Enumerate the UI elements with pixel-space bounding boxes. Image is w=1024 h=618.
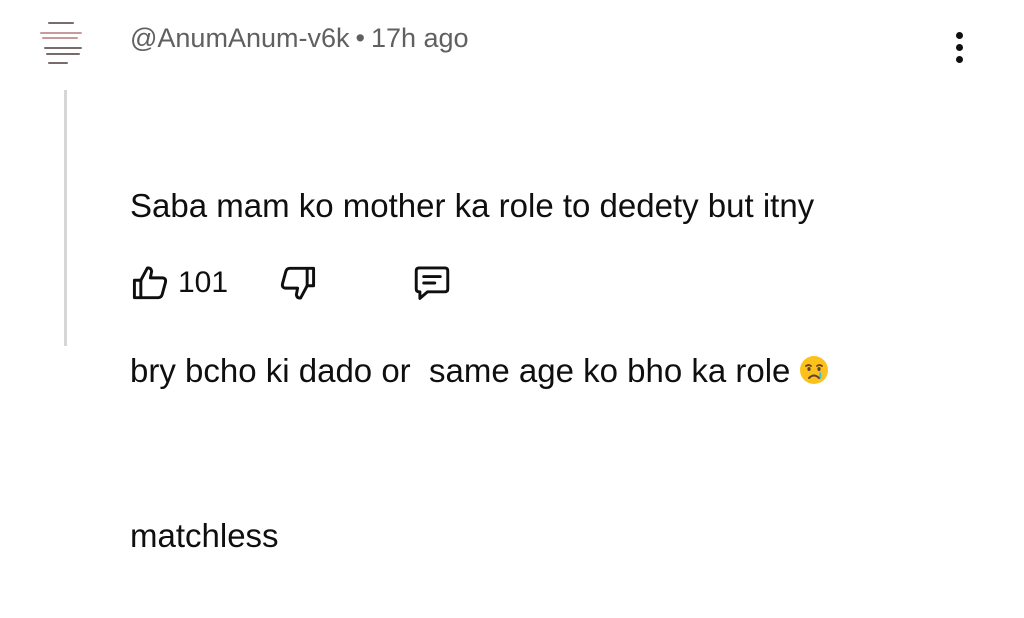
avatar[interactable] bbox=[34, 18, 92, 68]
comment-meta: @AnumAnum-v6k • 17h ago bbox=[130, 20, 469, 56]
more-vertical-icon-dot bbox=[956, 44, 963, 51]
comment-text: Saba mam ko mother ka role to dedety but… bbox=[130, 68, 950, 618]
author-name[interactable]: @AnumAnum-v6k bbox=[130, 23, 349, 53]
reply-thread-line bbox=[64, 90, 67, 346]
comment-text-line: bry bcho ki dado or same age ko bho ka r… bbox=[130, 343, 950, 398]
more-vertical-icon-dot bbox=[956, 56, 963, 63]
like-count: 101 bbox=[178, 266, 229, 299]
dislike-button[interactable] bbox=[276, 258, 320, 308]
reply-button[interactable] bbox=[410, 258, 454, 308]
comment-text-line: matchless bbox=[130, 517, 279, 554]
comment-icon bbox=[414, 266, 450, 300]
more-options-button[interactable] bbox=[948, 28, 972, 68]
comment-text-segment: bry bcho ki dado or same age ko bho ka r… bbox=[130, 352, 791, 389]
comment-text-line: Saba mam ko mother ka role to dedety but… bbox=[130, 187, 815, 224]
more-vertical-icon bbox=[956, 32, 963, 39]
like-button[interactable]: 101 bbox=[128, 258, 228, 308]
crying-face-emoji-icon bbox=[800, 356, 829, 384]
meta-separator: • bbox=[355, 23, 365, 53]
comment-timestamp: 17h ago bbox=[370, 23, 469, 53]
thumbs-up-icon bbox=[132, 266, 168, 300]
thumbs-down-icon bbox=[280, 266, 316, 300]
